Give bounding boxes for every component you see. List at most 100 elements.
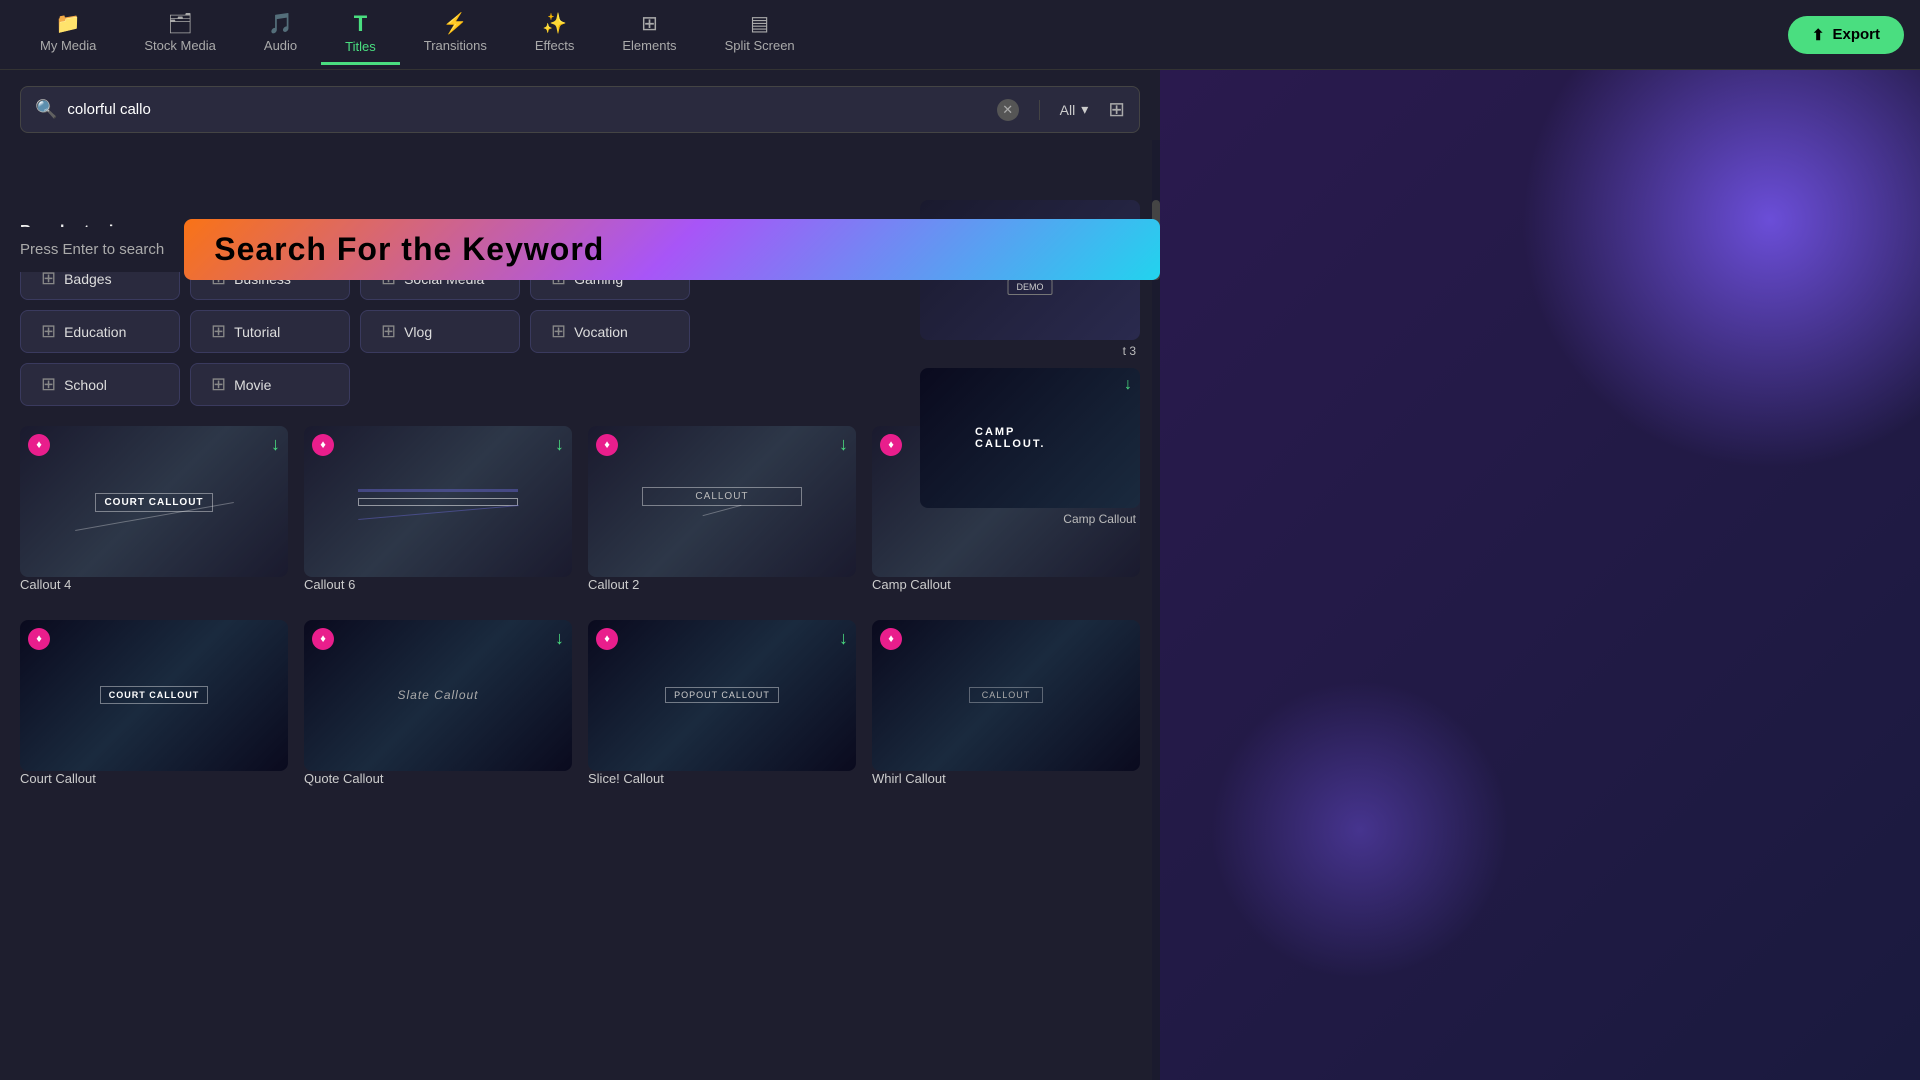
nav-elements[interactable]: ⊞ Elements xyxy=(598,6,700,64)
result-quote-callout[interactable]: Slate Callout ↓ Quote Callout xyxy=(304,620,572,794)
top-navigation: 📁 My Media 🗂 Stock Media 🎵 Audio T Title… xyxy=(0,0,1920,70)
premium-badge-quote xyxy=(312,628,334,650)
nav-split-screen[interactable]: ▤ Split Screen xyxy=(701,6,819,64)
preview-top-label: t 3 xyxy=(920,344,1140,358)
search-clear-button[interactable]: ✕ xyxy=(997,99,1019,121)
search-bar: 🔍 ✕ All ▾ ⊞ xyxy=(20,86,1140,133)
callout-6-label: Callout 6 xyxy=(304,577,572,592)
preview-download-icon: ↓ xyxy=(1124,376,1132,394)
search-icon: 🔍 xyxy=(35,99,57,120)
chevron-down-icon: ▾ xyxy=(1081,101,1088,118)
topic-education[interactable]: ⊞ Education xyxy=(20,310,180,353)
topic-education-label: Education xyxy=(64,324,126,340)
vlog-icon: ⊞ xyxy=(381,321,396,342)
panel-scrollbar xyxy=(1152,140,1160,1080)
export-button[interactable]: ⬆ Export xyxy=(1788,16,1904,54)
whirl-callout-label: Whirl Callout xyxy=(872,771,1140,786)
topic-vlog-label: Vlog xyxy=(404,324,432,340)
topic-tutorial[interactable]: ⊞ Tutorial xyxy=(190,310,350,353)
nav-titles-label: Titles xyxy=(345,39,376,54)
nav-audio-label: Audio xyxy=(264,38,297,53)
preview-demo: DEMO xyxy=(1008,279,1053,295)
result-callout-2[interactable]: CALLOUT ↓ Callout 2 xyxy=(588,426,856,600)
premium-badge-court xyxy=(28,628,50,650)
keyword-banner: Search For the Keyword xyxy=(184,219,1160,280)
result-court-callout[interactable]: COURT CALLOUT Court Callout xyxy=(20,620,288,794)
press-enter-text: Press Enter to search xyxy=(0,227,184,272)
nav-effects[interactable]: ✨ Effects xyxy=(511,6,599,64)
nav-elements-label: Elements xyxy=(622,38,676,53)
callout-4-thumb: COURT CALLOUT ↓ xyxy=(20,426,288,577)
nav-my-media[interactable]: 📁 My Media xyxy=(16,6,120,64)
results-grid-2: COURT CALLOUT Court Callout Slate Callou… xyxy=(20,620,1140,794)
topic-movie-label: Movie xyxy=(234,377,271,393)
whirl-callout-thumb: CALLOUT xyxy=(872,620,1140,771)
nav-stock-media-label: Stock Media xyxy=(144,38,216,53)
press-enter-hint: Press Enter to search Search For the Key… xyxy=(0,219,1160,280)
court-callout-text: COURT CALLOUT xyxy=(100,686,209,704)
vocation-icon: ⊞ xyxy=(551,321,566,342)
topic-vocation-label: Vocation xyxy=(574,324,628,340)
left-panel: 🔍 ✕ All ▾ ⊞ Press Enter to search Search… xyxy=(0,70,1160,1080)
bg-circle-1 xyxy=(1520,70,1920,470)
court-callout-thumb: COURT CALLOUT xyxy=(20,620,288,771)
preview-camp-text: CAMP CALLOUT. xyxy=(975,426,1085,450)
preview-bottom-label: Camp Callout xyxy=(920,512,1140,526)
main-container: 🔍 ✕ All ▾ ⊞ Press Enter to search Search… xyxy=(0,70,1920,1080)
result-whirl-callout[interactable]: CALLOUT Whirl Callout xyxy=(872,620,1140,794)
school-icon: ⊞ xyxy=(41,374,56,395)
download-icon-callout2: ↓ xyxy=(839,434,848,455)
callout-6-thumb: ↓ xyxy=(304,426,572,577)
premium-badge-slice xyxy=(596,628,618,650)
download-icon-callout4: ↓ xyxy=(271,434,280,455)
topic-movie[interactable]: ⊞ Movie xyxy=(190,363,350,406)
download-icon-quote: ↓ xyxy=(555,628,564,649)
search-filter-dropdown[interactable]: All ▾ xyxy=(1060,101,1089,118)
topic-vlog[interactable]: ⊞ Vlog xyxy=(360,310,520,353)
nav-transitions[interactable]: ⚡ Transitions xyxy=(400,6,511,64)
topic-school[interactable]: ⊞ School xyxy=(20,363,180,406)
bg-circle-2 xyxy=(1210,680,1510,980)
callout-2-label: Callout 2 xyxy=(588,577,856,592)
export-label: Export xyxy=(1832,26,1880,43)
export-upload-icon: ⬆ xyxy=(1812,26,1825,44)
search-input[interactable] xyxy=(67,101,986,118)
topic-vocation[interactable]: ⊞ Vocation xyxy=(530,310,690,353)
slice-callout-label: Slice! Callout xyxy=(588,771,856,786)
slice-callout-thumb: POPOUT CALLOUT ↓ xyxy=(588,620,856,771)
result-callout-6[interactable]: ↓ Callout 6 xyxy=(304,426,572,600)
premium-badge-callout6 xyxy=(312,434,334,456)
nav-transitions-label: Transitions xyxy=(424,38,487,53)
quote-callout-label: Quote Callout xyxy=(304,771,572,786)
quote-callout-thumb: Slate Callout ↓ xyxy=(304,620,572,771)
download-icon-slice: ↓ xyxy=(839,628,848,649)
callout-2-thumb: CALLOUT ↓ xyxy=(588,426,856,577)
nav-effects-label: Effects xyxy=(535,38,575,53)
grid-view-icon[interactable]: ⊞ xyxy=(1108,97,1125,122)
split-screen-icon: ▤ xyxy=(750,14,769,34)
result-slice-callout[interactable]: POPOUT CALLOUT ↓ Slice! Callout xyxy=(588,620,856,794)
results-section-2: COURT CALLOUT Court Callout Slate Callou… xyxy=(20,620,1140,794)
camp-callout-label: Camp Callout xyxy=(872,577,1140,592)
education-icon: ⊞ xyxy=(41,321,56,342)
audio-icon: 🎵 xyxy=(268,14,293,34)
movie-icon: ⊞ xyxy=(211,374,226,395)
elements-icon: ⊞ xyxy=(641,14,658,34)
transitions-icon: ⚡ xyxy=(443,14,468,34)
court-callout-label: Court Callout xyxy=(20,771,288,786)
stock-media-icon: 🗂 xyxy=(167,14,192,34)
nav-my-media-label: My Media xyxy=(40,38,96,53)
right-panel xyxy=(1160,70,1920,1080)
filter-label: All xyxy=(1060,102,1076,118)
topic-school-label: School xyxy=(64,377,107,393)
nav-titles[interactable]: T Titles xyxy=(321,5,400,65)
nav-audio[interactable]: 🎵 Audio xyxy=(240,6,321,64)
nav-stock-media[interactable]: 🗂 Stock Media xyxy=(120,6,240,64)
titles-icon: T xyxy=(354,13,367,35)
result-callout-4[interactable]: COURT CALLOUT ↓ Callout 4 xyxy=(20,426,288,600)
my-media-icon: 📁 xyxy=(56,14,81,34)
topic-tutorial-label: Tutorial xyxy=(234,324,280,340)
nav-split-screen-label: Split Screen xyxy=(725,38,795,53)
premium-badge-whirl xyxy=(880,628,902,650)
premium-badge-callout2 xyxy=(596,434,618,456)
